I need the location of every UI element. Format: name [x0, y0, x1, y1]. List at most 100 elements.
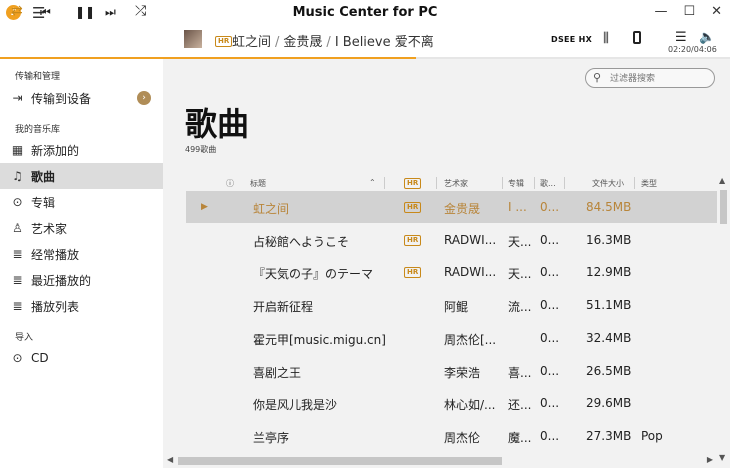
column-header-genre[interactable]: 歌... — [540, 178, 556, 189]
column-header-size[interactable]: 文件大小 — [592, 178, 624, 189]
table-row[interactable]: 兰亭序 周杰伦 魔... 0... 27.3MB Pop — [186, 420, 717, 452]
sidebar-section-transfer: 传输和管理 — [15, 72, 61, 82]
sidebar-item-recent[interactable]: ≣ 最近播放的 — [0, 267, 163, 293]
table-row[interactable]: 霍元甲[music.migu.cn] 周杰伦[... 0... 32.4MB — [186, 322, 717, 354]
previous-track-icon[interactable]: ⏮ — [40, 5, 51, 20]
scroll-right-icon[interactable]: ▶ — [707, 455, 713, 464]
cell-genre: 0... — [540, 363, 560, 378]
column-header-hr[interactable]: HR — [404, 178, 422, 189]
sidebar: 传输和管理 ⇥ 传输到设备 › 我的音乐库 ▦ 新添加的 ♫ 歌曲 ⊙ 专辑 ♙… — [0, 59, 163, 468]
table-row[interactable]: 你是风儿我是沙 林心如/... 还... 0... 29.6MB — [186, 387, 717, 419]
sidebar-item-new[interactable]: ▦ 新添加的 — [0, 137, 163, 163]
scroll-down-icon[interactable]: ▼ — [719, 453, 725, 462]
cell-album: 魔... — [508, 430, 532, 445]
table-row[interactable]: 『天気の子』のテーマ HR RADWI... 天... 0... 12.9MB — [186, 256, 717, 288]
play-queue-icon[interactable]: ☰ — [675, 30, 687, 45]
cell-artist: 李荣浩 — [444, 365, 481, 380]
sort-ascending-icon[interactable]: ⌃ — [369, 178, 376, 187]
sidebar-item-songs[interactable]: ♫ 歌曲 — [0, 163, 163, 189]
playlist-icon: ≣ — [12, 299, 23, 313]
sidebar-item-transfer[interactable]: ⇥ 传输到设备 › — [0, 85, 163, 111]
volume-icon[interactable]: 🔈 — [699, 30, 715, 45]
filter-search-input[interactable] — [608, 71, 712, 87]
horizontal-scroll-thumb[interactable] — [178, 457, 502, 465]
cell-size: 51.1MB — [586, 298, 632, 313]
sidebar-item-label: 最近播放的 — [31, 273, 92, 288]
cell-title: 『天気の子』のテーマ — [253, 267, 374, 282]
cd-icon: ⊙ — [12, 351, 23, 365]
sidebar-item-albums[interactable]: ⊙ 专辑 — [0, 189, 163, 215]
minimize-icon[interactable]: — — [654, 4, 667, 19]
shuffle-icon[interactable]: ⤮ — [135, 3, 146, 19]
sidebar-item-label: 播放列表 — [31, 299, 80, 314]
cell-title: 开启新征程 — [253, 300, 314, 315]
table-row[interactable]: 喜剧之王 李荣浩 喜... 0... 26.5MB — [186, 355, 717, 387]
artist-icon: ♙ — [12, 221, 23, 235]
cell-album: 天... — [508, 234, 532, 249]
cell-artist: 林心如/... — [444, 398, 496, 413]
vertical-scroll-thumb[interactable] — [720, 190, 727, 224]
column-header-title[interactable]: 标题 — [250, 178, 266, 189]
cell-album: 还... — [508, 398, 532, 413]
search-icon: ⚲ — [593, 71, 602, 84]
cell-genre: 0... — [540, 330, 560, 345]
filter-search-box[interactable]: ⚲ — [585, 68, 715, 88]
music-note-icon: ♫ — [12, 169, 23, 183]
album-cover-thumbnail[interactable] — [184, 30, 202, 48]
equalizer-icon[interactable]: ⫼ — [603, 31, 609, 46]
transfer-icon: ⇥ — [12, 91, 23, 105]
cell-artist: 周杰伦[... — [444, 332, 497, 347]
cell-genre: 0... — [540, 200, 560, 214]
now-playing-indicator-icon: ▶ — [201, 202, 208, 212]
hr-badge: HR — [215, 36, 233, 47]
cell-size: 27.3MB — [586, 428, 632, 443]
cell-genre: 0... — [540, 298, 560, 313]
vertical-scrollbar[interactable]: ▲ ▼ — [717, 176, 730, 462]
sidebar-item-artists[interactable]: ♙ 艺术家 — [0, 215, 163, 241]
column-header-type[interactable]: 类型 — [641, 178, 657, 189]
sidebar-item-frequent[interactable]: ≣ 经常播放 — [0, 241, 163, 267]
column-header-info[interactable]: ⓘ — [226, 178, 234, 189]
cell-artist: 金贵晟 — [444, 202, 481, 216]
table-row[interactable]: 占秘館へようこそ HR RADWI... 天... 0... 16.3MB — [186, 224, 717, 256]
dsee-hx-button[interactable]: DSEE HX — [551, 35, 592, 44]
cell-size: 29.6MB — [586, 396, 632, 411]
table-row[interactable]: ▶ 虹之间 HR 金贵晟 I ... 0... 84.5MB — [186, 191, 717, 223]
cell-size: 32.4MB — [586, 330, 632, 345]
device-icon[interactable] — [633, 31, 641, 44]
hr-badge: HR — [404, 267, 422, 279]
table-row[interactable]: 开启新征程 阿鲲 流... 0... 51.1MB — [186, 289, 717, 321]
sidebar-item-label: CD — [31, 351, 49, 365]
close-icon[interactable]: ✕ — [711, 4, 722, 19]
cell-genre: 0... — [540, 265, 560, 280]
cell-album: 喜... — [508, 365, 532, 380]
sidebar-item-label: 专辑 — [31, 195, 56, 210]
cell-title: 霍元甲[music.migu.cn] — [253, 332, 386, 347]
horizontal-scrollbar[interactable]: ◀ ▶ — [163, 454, 717, 468]
hr-badge: HR — [404, 202, 422, 213]
cell-album: I ... — [508, 200, 527, 214]
table-header: ⓘ 标题 ⌃ HR 艺术家 专辑 歌... 文件大小 类型 — [186, 177, 717, 192]
album-icon: ⊙ — [12, 195, 23, 209]
page-title: 歌曲 — [185, 105, 250, 143]
cell-size: 84.5MB — [586, 200, 632, 214]
repeat-icon[interactable]: ⇄ — [11, 3, 23, 19]
pause-icon[interactable]: ❚❚ — [75, 5, 95, 19]
recent-icon: ≣ — [12, 273, 23, 287]
maximize-icon[interactable]: ☐ — [683, 4, 695, 19]
sidebar-section-library: 我的音乐库 — [15, 125, 61, 135]
column-header-album[interactable]: 专辑 — [508, 178, 524, 189]
scroll-up-icon[interactable]: ▲ — [719, 176, 725, 185]
sidebar-item-label: 新添加的 — [31, 143, 80, 158]
scroll-left-icon[interactable]: ◀ — [167, 455, 173, 464]
sidebar-item-cd[interactable]: ⊙ CD — [0, 345, 163, 371]
new-added-icon: ▦ — [11, 143, 24, 157]
column-header-artist[interactable]: 艺术家 — [444, 178, 468, 189]
sidebar-item-label: 传输到设备 — [31, 91, 92, 106]
now-playing-info[interactable]: 虹之间 / 金贵晟 / I Believe 爱不离 — [232, 31, 434, 50]
sidebar-item-playlists[interactable]: ≣ 播放列表 — [0, 293, 163, 319]
cell-title: 你是风儿我是沙 — [253, 398, 338, 413]
next-track-icon[interactable]: ⏭ — [105, 5, 116, 20]
chevron-right-icon[interactable]: › — [137, 91, 151, 105]
cell-title: 兰亭序 — [253, 430, 290, 445]
